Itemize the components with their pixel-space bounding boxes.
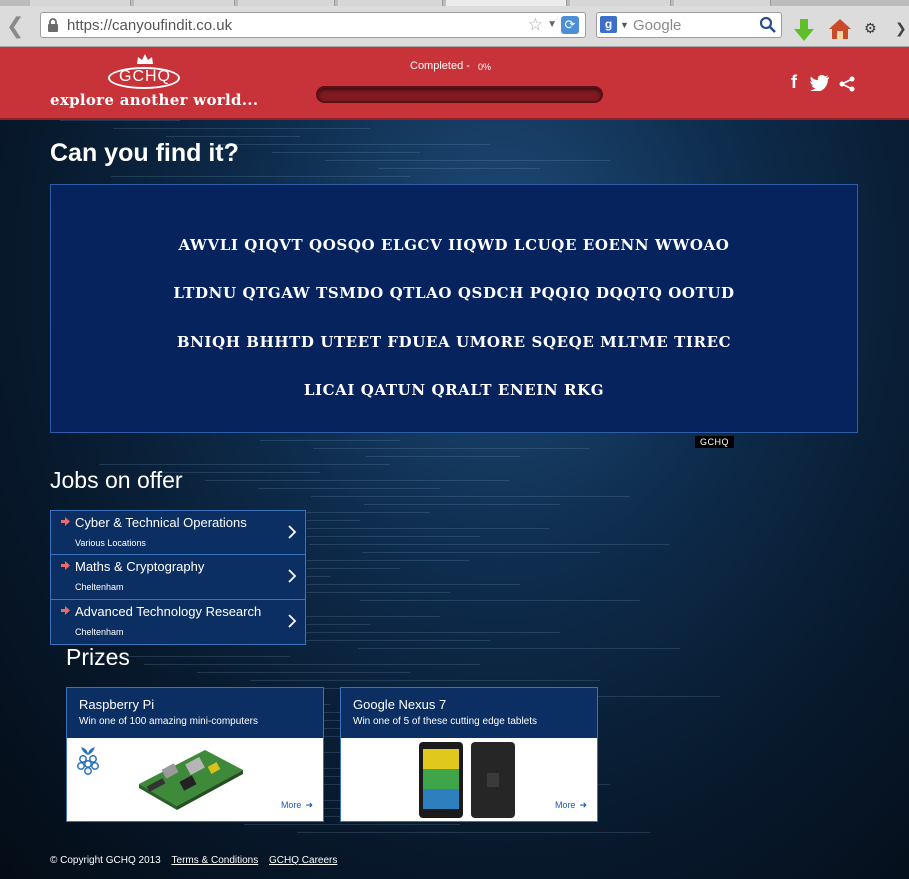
code-line [144,664,480,665]
arrow-bullet-icon [61,561,70,570]
code-line [305,640,490,641]
logo-text: GCHQ [119,68,171,85]
lock-icon [48,18,58,32]
job-title: Advanced Technology Research [75,604,262,619]
cipher-line: BNIQH BHHTD UTEET FDUEA UMORE SQEQE MLTM… [176,333,732,351]
code-line [258,488,440,489]
url-bar[interactable]: https://canyoufindit.co.uk ☆ ▼ ⟳ [40,12,586,38]
footer: © Copyright GCHQ 2013 Terms & Conditions… [50,855,337,866]
chevron-right-icon [288,614,297,628]
code-line [297,832,650,833]
progress-bar [316,86,603,103]
code-line [250,680,600,681]
gchq-logo[interactable]: GCHQ explore another world... [50,53,258,113]
progress-percent: 0% [478,62,492,72]
extension-icon[interactable]: ⚙ [864,20,884,38]
code-line [219,144,490,145]
code-line [364,504,560,505]
code-line [113,128,370,129]
arrow-right-icon: ➜ [579,800,587,810]
arrow-bullet-icon [61,517,70,526]
cipher-line: AWVLI QIQVT QOSQO ELGCV IIQWD LCUQE EOEN… [178,236,730,254]
cipher-line: LTDNU QTGAW TSMDO QTLAO QSDCH PQQIQ DQQT… [173,284,735,302]
code-line [60,120,180,121]
job-location: Cheltenham [75,582,124,592]
prize-card-nexus-7[interactable]: Google Nexus 7 Win one of 5 of these cut… [340,687,598,822]
progress-label: Completed - [410,60,470,72]
chevron-right-icon [288,569,297,583]
search-placeholder[interactable]: Google [633,17,681,34]
terms-link[interactable]: Terms & Conditions [172,855,259,866]
code-line [378,168,540,169]
nexus-7-tablet-image [419,742,515,818]
browser-toolbar: ❮ https://canyoufindit.co.uk ☆ ▼ ⟳ g ▼ G… [0,6,909,47]
search-engine-icon[interactable]: g [600,16,617,33]
code-line [325,160,610,161]
menu-icon[interactable]: ❯ [895,20,907,37]
prize-name: Google Nexus 7 [353,697,447,712]
code-line [313,448,590,449]
code-line [99,464,390,465]
page-title: Can you find it? [50,139,239,167]
prize-header: Raspberry Pi Win one of 100 amazing mini… [67,688,323,738]
facebook-icon[interactable]: f [791,72,797,93]
code-line [309,544,670,545]
code-line [260,440,400,441]
code-line [366,456,520,457]
reload-icon[interactable]: ⟳ [561,16,579,34]
careers-link[interactable]: GCHQ Careers [269,855,337,866]
crown-icon [137,54,153,64]
code-line [244,824,460,825]
prize-card-raspberry-pi[interactable]: Raspberry Pi Win one of 100 amazing mini… [66,687,324,822]
code-line [307,592,450,593]
twitter-icon[interactable] [810,75,830,91]
site-header: GCHQ explore another world... Completed … [0,47,909,120]
search-icon[interactable] [759,16,777,34]
prize-more-link[interactable]: More ➜ [281,800,313,811]
search-bar[interactable]: g ▼ Google [596,12,782,38]
prizes-heading: Prizes [66,644,130,670]
share-icon[interactable] [839,76,855,92]
prize-more-link[interactable]: More ➜ [555,800,587,811]
url-text[interactable]: https://canyoufindit.co.uk [67,17,232,34]
arrow-bullet-icon [61,606,70,615]
job-title: Cyber & Technical Operations [75,515,247,530]
download-icon[interactable] [793,18,815,42]
job-item[interactable]: Advanced Technology Research Cheltenham [50,600,306,645]
code-line [197,672,410,673]
job-location: Cheltenham [75,627,124,637]
raspberry-pi-board-image [139,750,243,810]
cipher-line: LICAI QATUN QRALT ENEIN RKG [303,381,605,399]
raspberry-logo-icon [77,747,99,775]
code-line [358,648,680,649]
bookmark-star-icon[interactable]: ☆ [528,15,543,35]
code-line [311,496,630,497]
url-dropdown-icon[interactable]: ▼ [547,19,557,30]
back-arrow-icon[interactable]: ❮ [6,15,26,37]
job-location: Various Locations [75,538,146,548]
cipher-watermark: GCHQ [695,436,734,448]
jobs-heading: Jobs on offer [50,467,183,493]
code-line [166,136,300,137]
job-item[interactable]: Cyber & Technical Operations Various Loc… [50,510,306,555]
jobs-list: Cyber & Technical Operations Various Loc… [50,510,306,645]
prize-description: Win one of 100 amazing mini-computers [79,716,258,727]
prize-description: Win one of 5 of these cutting edge table… [353,716,538,727]
code-line [360,600,640,601]
chevron-right-icon [288,525,297,539]
home-icon[interactable] [828,17,852,41]
code-line [272,152,420,153]
code-line [111,176,410,177]
arrow-right-icon: ➜ [305,800,313,810]
job-title: Maths & Cryptography [75,559,205,574]
code-line [205,480,510,481]
cipher-panel: AWVLI QIQVT QOSQO ELGCV IIQWD LCUQE EOEN… [50,184,858,433]
copyright-text: © Copyright GCHQ 2013 [50,855,161,866]
code-line [362,552,600,553]
job-item[interactable]: Maths & Cryptography Cheltenham [50,555,306,600]
search-engine-dropdown-icon[interactable]: ▼ [620,20,629,30]
tagline: explore another world... [50,91,259,109]
prize-header: Google Nexus 7 Win one of 5 of these cut… [341,688,597,738]
prize-name: Raspberry Pi [79,697,155,712]
